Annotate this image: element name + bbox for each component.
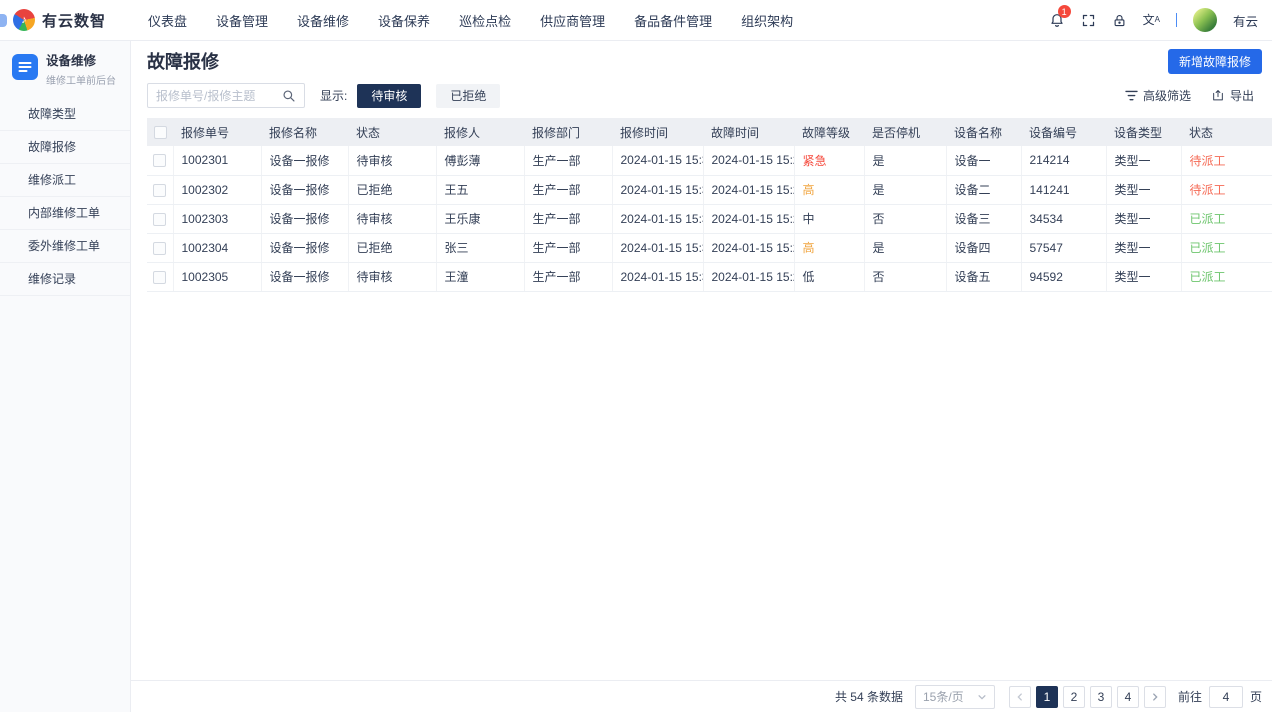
nav-inspection[interactable]: 巡检点检 — [459, 11, 511, 30]
row-checkbox[interactable] — [153, 184, 166, 197]
page-size-select[interactable]: 15条/页 — [915, 685, 995, 709]
goto-page: 前往 页 — [1178, 686, 1262, 708]
sidebar-item-repair-dispatch[interactable]: 维修派工 — [0, 164, 130, 197]
page-button-1[interactable]: 1 — [1036, 686, 1058, 708]
table-row[interactable]: 1002303 设备一报修 待审核 王乐康 生产一部 2024-01-15 15… — [147, 204, 1272, 233]
col-device-no: 设备编号 — [1021, 118, 1106, 146]
filter-rejected-button[interactable]: 已拒绝 — [436, 84, 500, 108]
page-unit-label: 页 — [1250, 688, 1262, 705]
filter-icon — [1125, 90, 1138, 101]
nav-device-maintenance[interactable]: 设备保养 — [378, 11, 430, 30]
display-label: 显示: — [320, 87, 347, 104]
search-box — [147, 83, 305, 108]
search-input[interactable] — [156, 89, 282, 103]
filter-pending-button[interactable]: 待审核 — [357, 84, 421, 108]
col-reporter: 报修人 — [436, 118, 524, 146]
col-status: 状态 — [348, 118, 436, 146]
row-checkbox[interactable] — [153, 242, 166, 255]
notification-bell-icon[interactable]: 1 — [1049, 12, 1065, 28]
row-checkbox[interactable] — [153, 213, 166, 226]
nav-org-structure[interactable]: 组织架构 — [741, 11, 793, 30]
vertical-separator — [1176, 13, 1177, 27]
table-row[interactable]: 1002302 设备一报修 已拒绝 王五 生产一部 2024-01-15 15:… — [147, 175, 1272, 204]
sidebar-item-outsourced-work-order[interactable]: 委外维修工单 — [0, 230, 130, 263]
module-list-icon — [12, 54, 38, 80]
total-count-label: 共 54 条数据 — [835, 688, 903, 705]
sidebar-menu: 故障类型 故障报修 维修派工 内部维修工单 委外维修工单 维修记录 — [0, 98, 130, 296]
goto-label: 前往 — [1178, 688, 1202, 705]
language-switch-icon[interactable]: 文A — [1143, 14, 1160, 26]
export-button[interactable]: 导出 — [1211, 87, 1254, 104]
topbar-right: 1 文A 有云 — [1049, 8, 1272, 32]
sidebar: 设备维修 维修工单前后台 故障类型 故障报修 维修派工 内部维修工单 委外维修工… — [0, 41, 131, 712]
fault-report-table: 报修单号 报修名称 状态 报修人 报修部门 报修时间 故障时间 故障等级 是否停… — [147, 118, 1272, 292]
main-content: 故障报修 新增故障报修 显示: 待审核 已拒绝 高级筛选 — [131, 41, 1272, 680]
select-all-checkbox[interactable] — [154, 126, 167, 139]
toolbar: 显示: 待审核 已拒绝 高级筛选 导出 — [147, 83, 1262, 108]
module-title: 设备维修 — [46, 54, 116, 69]
goto-page-input[interactable] — [1209, 686, 1243, 708]
chevron-down-icon — [977, 692, 987, 702]
row-checkbox[interactable] — [153, 271, 166, 284]
nav-spare-parts[interactable]: 备品备件管理 — [634, 11, 712, 30]
pagination-bar: 共 54 条数据 15条/页 1 2 3 4 前往 页 — [131, 680, 1272, 712]
page-button-2[interactable]: 2 — [1063, 686, 1085, 708]
row-checkbox[interactable] — [153, 154, 166, 167]
col-department: 报修部门 — [524, 118, 612, 146]
sidebar-item-fault-type[interactable]: 故障类型 — [0, 98, 130, 131]
col-report-name: 报修名称 — [261, 118, 348, 146]
fullscreen-icon[interactable] — [1081, 13, 1096, 28]
lock-icon[interactable] — [1112, 13, 1127, 28]
avatar[interactable] — [1193, 8, 1217, 32]
top-bar: ♪ 有云数智 仪表盘 设备管理 设备维修 设备保养 巡检点检 供应商管理 备品备… — [0, 0, 1272, 41]
logo[interactable]: ♪ 有云数智 — [0, 9, 132, 31]
logo-icon: ♪ — [13, 9, 35, 31]
top-navigation: 仪表盘 设备管理 设备维修 设备保养 巡检点检 供应商管理 备品备件管理 组织架… — [148, 11, 793, 30]
sidebar-module-header: 设备维修 维修工单前后台 — [0, 41, 130, 98]
nav-device-repair[interactable]: 设备维修 — [297, 11, 349, 30]
page-title: 故障报修 — [147, 50, 219, 74]
col-dispatch-status: 状态 — [1181, 118, 1272, 146]
add-fault-report-button[interactable]: 新增故障报修 — [1168, 49, 1262, 74]
module-subtitle: 维修工单前后台 — [46, 72, 116, 87]
search-icon[interactable] — [282, 89, 296, 103]
pager: 1 2 3 4 — [1009, 686, 1166, 708]
page-button-4[interactable]: 4 — [1117, 686, 1139, 708]
col-device-type: 设备类型 — [1106, 118, 1181, 146]
table-row[interactable]: 1002305 设备一报修 待审核 王潼 生产一部 2024-01-15 15:… — [147, 262, 1272, 291]
prev-page-button[interactable] — [1009, 686, 1031, 708]
edge-decoration — [0, 14, 7, 27]
export-icon — [1211, 89, 1225, 102]
sidebar-item-internal-work-order[interactable]: 内部维修工单 — [0, 197, 130, 230]
logo-text: 有云数智 — [42, 10, 106, 31]
next-page-button[interactable] — [1144, 686, 1166, 708]
nav-device-management[interactable]: 设备管理 — [216, 11, 268, 30]
col-fault-time: 故障时间 — [703, 118, 794, 146]
col-shutdown: 是否停机 — [864, 118, 946, 146]
page-button-3[interactable]: 3 — [1090, 686, 1112, 708]
notification-badge: 1 — [1058, 5, 1071, 18]
col-report-time: 报修时间 — [612, 118, 703, 146]
sidebar-item-fault-report[interactable]: 故障报修 — [0, 131, 130, 164]
table-row[interactable]: 1002304 设备一报修 已拒绝 张三 生产一部 2024-01-15 15:… — [147, 233, 1272, 262]
nav-dashboard[interactable]: 仪表盘 — [148, 11, 187, 30]
table-row[interactable]: 1002301 设备一报修 待审核 傅彭薄 生产一部 2024-01-15 15… — [147, 146, 1272, 175]
user-name: 有云 — [1233, 11, 1258, 30]
col-fault-level: 故障等级 — [794, 118, 864, 146]
nav-supplier-management[interactable]: 供应商管理 — [540, 11, 605, 30]
col-device-name: 设备名称 — [946, 118, 1021, 146]
col-order-no: 报修单号 — [173, 118, 261, 146]
advanced-filter-button[interactable]: 高级筛选 — [1125, 87, 1191, 104]
sidebar-item-repair-records[interactable]: 维修记录 — [0, 263, 130, 296]
table-header-row: 报修单号 报修名称 状态 报修人 报修部门 报修时间 故障时间 故障等级 是否停… — [147, 118, 1272, 146]
